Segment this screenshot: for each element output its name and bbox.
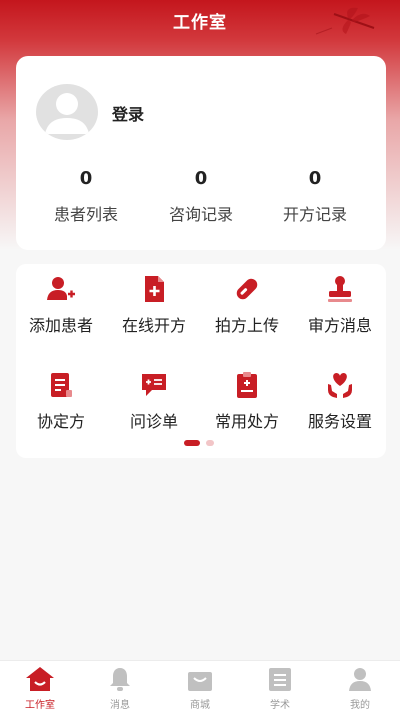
page-dot-active xyxy=(184,440,200,446)
stat-label: 患者列表 xyxy=(53,205,118,224)
document-icon xyxy=(51,373,72,397)
login-link[interactable]: 登录 xyxy=(112,101,144,125)
tab-label: 消息 xyxy=(110,700,130,711)
review-messages-button[interactable]: 审方消息 xyxy=(294,274,386,336)
page-title: 工作室 xyxy=(173,13,227,33)
stat-label: 咨询记录 xyxy=(168,205,233,224)
online-prescribe-icon xyxy=(145,276,164,302)
bottom-tab-bar: 工作室 消息 商城 学术 我的 xyxy=(0,660,400,711)
common-prescriptions-button[interactable]: 常用处方 xyxy=(201,370,293,432)
online-prescribe-button[interactable]: 在线开方 xyxy=(108,274,200,336)
function-label: 服务设置 xyxy=(307,412,372,431)
user-icon xyxy=(349,668,371,691)
profile-card: 登录 0 患者列表 0 咨询记录 0 开方记录 xyxy=(16,56,386,250)
avatar[interactable] xyxy=(36,84,98,140)
tab-studio[interactable]: 工作室 xyxy=(0,665,80,711)
pill-icon xyxy=(236,278,258,300)
function-label: 常用处方 xyxy=(214,412,279,431)
stat-label: 开方记录 xyxy=(282,205,347,224)
stat-patient-list[interactable]: 0 患者列表 xyxy=(26,168,146,225)
photo-upload-button[interactable]: 拍方上传 xyxy=(201,274,293,336)
function-grid: 添加患者 在线开方 拍方上传 审方消息 协定方 问诊单 常用处方 服务设置 xyxy=(16,264,386,458)
stat-value: 0 xyxy=(194,168,208,189)
tab-label: 学术 xyxy=(270,700,290,711)
add-patient-icon xyxy=(47,277,75,300)
heart-hands-icon xyxy=(328,373,352,398)
stat-value: 0 xyxy=(79,168,93,189)
tab-mall[interactable]: 商城 xyxy=(160,665,240,711)
function-label: 审方消息 xyxy=(307,316,372,335)
stat-consult-records[interactable]: 0 咨询记录 xyxy=(141,168,261,225)
page-dot xyxy=(206,440,214,446)
clipboard-icon xyxy=(237,372,257,398)
agreed-formula-button[interactable]: 协定方 xyxy=(15,370,107,432)
tab-label: 我的 xyxy=(350,700,370,711)
user-avatar-icon xyxy=(45,93,89,134)
tab-messages[interactable]: 消息 xyxy=(80,665,160,711)
tab-label: 工作室 xyxy=(25,700,55,711)
add-patient-button[interactable]: 添加患者 xyxy=(15,274,107,336)
shopping-bag-icon xyxy=(188,672,212,691)
stat-value: 0 xyxy=(308,168,322,189)
home-icon xyxy=(26,667,54,691)
chat-form-icon xyxy=(142,374,166,396)
stat-prescription-records[interactable]: 0 开方记录 xyxy=(255,168,375,225)
tab-label: 商城 xyxy=(190,700,210,711)
page-indicator xyxy=(184,440,214,446)
stamp-icon xyxy=(328,276,352,302)
service-settings-button[interactable]: 服务设置 xyxy=(294,370,386,432)
book-icon xyxy=(269,668,291,691)
function-label: 添加患者 xyxy=(28,316,93,335)
function-label: 拍方上传 xyxy=(214,316,279,335)
bell-icon xyxy=(110,668,130,691)
consultation-form-button[interactable]: 问诊单 xyxy=(108,370,200,432)
function-label: 协定方 xyxy=(36,412,85,431)
function-label: 问诊单 xyxy=(129,412,178,431)
tab-academic[interactable]: 学术 xyxy=(240,665,320,711)
tab-mine[interactable]: 我的 xyxy=(320,665,400,711)
function-label: 在线开方 xyxy=(121,316,186,335)
